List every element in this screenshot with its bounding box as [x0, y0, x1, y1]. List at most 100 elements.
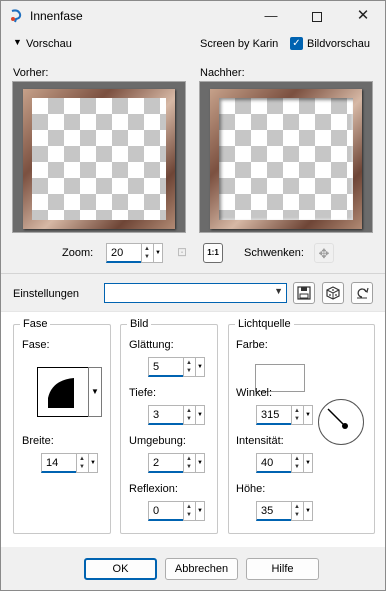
- spin-up-icon[interactable]: ▲: [186, 360, 192, 366]
- chevron-down-icon[interactable]: ▼: [274, 286, 283, 296]
- spin-up-icon[interactable]: ▲: [294, 504, 300, 510]
- spin-down-icon[interactable]: ▼: [186, 512, 192, 518]
- spin-down-icon[interactable]: ▼: [294, 464, 300, 470]
- spin-down-icon[interactable]: ▼: [186, 368, 192, 374]
- smoothing-input[interactable]: [148, 357, 184, 377]
- bevel-group: Fase Fase: ▼ Breite: ▲ ▼ ▼: [13, 318, 111, 534]
- reset-button[interactable]: [351, 282, 373, 304]
- height-dropdown-icon[interactable]: ▼: [303, 501, 313, 521]
- ambience-spinner[interactable]: ▲ ▼ ▼: [148, 453, 208, 473]
- height-label: Höhe:: [236, 483, 266, 495]
- depth-label: Tiefe:: [129, 387, 157, 399]
- zoom-input[interactable]: [106, 243, 142, 263]
- spin-up-icon[interactable]: ▲: [186, 504, 192, 510]
- bildvorschau-label[interactable]: Bildvorschau: [307, 38, 370, 50]
- window-title: Innenfase: [30, 9, 83, 23]
- actual-size-button[interactable]: 1:1: [203, 243, 223, 263]
- width-input[interactable]: [41, 453, 77, 473]
- depth-dropdown-icon[interactable]: ▼: [195, 405, 205, 425]
- before-preview[interactable]: [12, 81, 186, 233]
- transparency-checker: [32, 98, 166, 220]
- light-source-group: Lichtquelle Farbe: Winkel: ▲ ▼ ▼ Intensi…: [228, 318, 375, 534]
- fit-to-window-icon[interactable]: ⊡: [173, 243, 191, 261]
- reflection-dropdown-icon[interactable]: ▼: [195, 501, 205, 521]
- cancel-button[interactable]: Abbrechen: [165, 558, 238, 580]
- dialog-window: Innenfase — ✕ ▼ Vorschau Screen by Karin…: [0, 0, 386, 591]
- depth-input[interactable]: [148, 405, 184, 425]
- ambience-label: Umgebung:: [129, 435, 186, 447]
- reflection-spinner[interactable]: ▲ ▼ ▼: [148, 501, 208, 521]
- reset-icon: [357, 287, 369, 299]
- spin-up-icon[interactable]: ▲: [294, 456, 300, 462]
- pan-label: Schwenken:: [244, 247, 304, 259]
- light-source-group-title: Lichtquelle: [235, 318, 294, 330]
- color-label: Farbe:: [236, 339, 268, 351]
- collapse-arrow-icon[interactable]: ▼: [13, 37, 22, 47]
- spin-down-icon[interactable]: ▼: [294, 512, 300, 518]
- spin-down-icon[interactable]: ▼: [294, 416, 300, 422]
- spin-up-icon[interactable]: ▲: [79, 456, 85, 462]
- smoothing-label: Glättung:: [129, 339, 174, 351]
- angle-input[interactable]: [256, 405, 292, 425]
- spin-up-icon[interactable]: ▲: [186, 408, 192, 414]
- save-preset-button[interactable]: [293, 282, 315, 304]
- depth-spinner[interactable]: ▲ ▼ ▼: [148, 405, 208, 425]
- minimize-button[interactable]: —: [248, 1, 294, 31]
- width-dropdown-icon[interactable]: ▼: [88, 453, 98, 473]
- before-label: Vorher:: [13, 67, 49, 79]
- bevel-shape-label: Fase:: [22, 339, 50, 351]
- height-input[interactable]: [256, 501, 292, 521]
- width-spinner[interactable]: ▲ ▼ ▼: [41, 453, 101, 473]
- bevel-shape-preview[interactable]: [37, 367, 89, 417]
- close-button[interactable]: ✕: [340, 1, 386, 31]
- parameters-panel: Fase Fase: ▼ Breite: ▲ ▼ ▼ Bild Glättung…: [1, 311, 385, 547]
- presets-row: Einstellungen ▼: [1, 279, 385, 307]
- intensity-spinner[interactable]: ▲ ▼ ▼: [256, 453, 316, 473]
- after-preview[interactable]: [199, 81, 373, 233]
- maximize-button[interactable]: [294, 1, 340, 31]
- smoothing-spinner[interactable]: ▲ ▼ ▼: [148, 357, 208, 377]
- presets-combo[interactable]: ▼: [104, 283, 287, 303]
- presets-label: Einstellungen: [13, 288, 80, 300]
- minimize-icon: —: [264, 8, 278, 23]
- spin-down-icon[interactable]: ▼: [144, 254, 150, 260]
- spin-up-icon[interactable]: ▲: [144, 246, 150, 252]
- separator: [1, 273, 385, 274]
- ambience-input[interactable]: [148, 453, 184, 473]
- zoom-spinner[interactable]: ▲ ▼ ▼: [106, 243, 166, 263]
- zoom-label: Zoom:: [62, 247, 94, 259]
- bildvorschau-checkbox[interactable]: ✓: [290, 37, 303, 50]
- spin-up-icon[interactable]: ▲: [186, 456, 192, 462]
- spin-down-icon[interactable]: ▼: [186, 464, 192, 470]
- preview-toggle-label[interactable]: Vorschau: [26, 38, 72, 50]
- spin-down-icon[interactable]: ▼: [186, 416, 192, 422]
- after-frame-image: [210, 89, 362, 229]
- maximize-icon: [312, 11, 322, 22]
- bevel-shape-icon: [48, 378, 74, 408]
- angle-label: Winkel:: [236, 387, 273, 399]
- ok-button[interactable]: OK: [84, 558, 157, 580]
- spin-up-icon[interactable]: ▲: [294, 408, 300, 414]
- intensity-dropdown-icon[interactable]: ▼: [303, 453, 313, 473]
- screen-credit-text: Screen by Karin: [200, 38, 279, 50]
- preview-section: Vorher: Nachher: Zoom: ▲ ▼ ▼ ⊡ 1:1 Schwe…: [1, 57, 385, 271]
- zoom-dropdown-icon[interactable]: ▼: [153, 243, 163, 263]
- smoothing-dropdown-icon[interactable]: ▼: [195, 357, 205, 377]
- angle-dropdown-icon[interactable]: ▼: [303, 405, 313, 425]
- spin-down-icon[interactable]: ▼: [79, 464, 85, 470]
- intensity-input[interactable]: [256, 453, 292, 473]
- image-group-title: Bild: [127, 318, 152, 330]
- angle-spinner[interactable]: ▲ ▼ ▼: [256, 405, 316, 425]
- save-icon: [297, 286, 311, 300]
- height-spinner[interactable]: ▲ ▼ ▼: [256, 501, 316, 521]
- after-label: Nachher:: [200, 67, 245, 79]
- bevel-group-title: Fase: [20, 318, 51, 330]
- pan-icon[interactable]: ✥: [314, 243, 334, 263]
- randomize-button[interactable]: [322, 282, 344, 304]
- ambience-dropdown-icon[interactable]: ▼: [195, 453, 205, 473]
- help-button[interactable]: Hilfe: [246, 558, 319, 580]
- reflection-input[interactable]: [148, 501, 184, 521]
- before-frame-image: [23, 89, 175, 229]
- angle-dial[interactable]: [318, 399, 364, 445]
- bevel-shape-dropdown[interactable]: ▼: [88, 367, 102, 417]
